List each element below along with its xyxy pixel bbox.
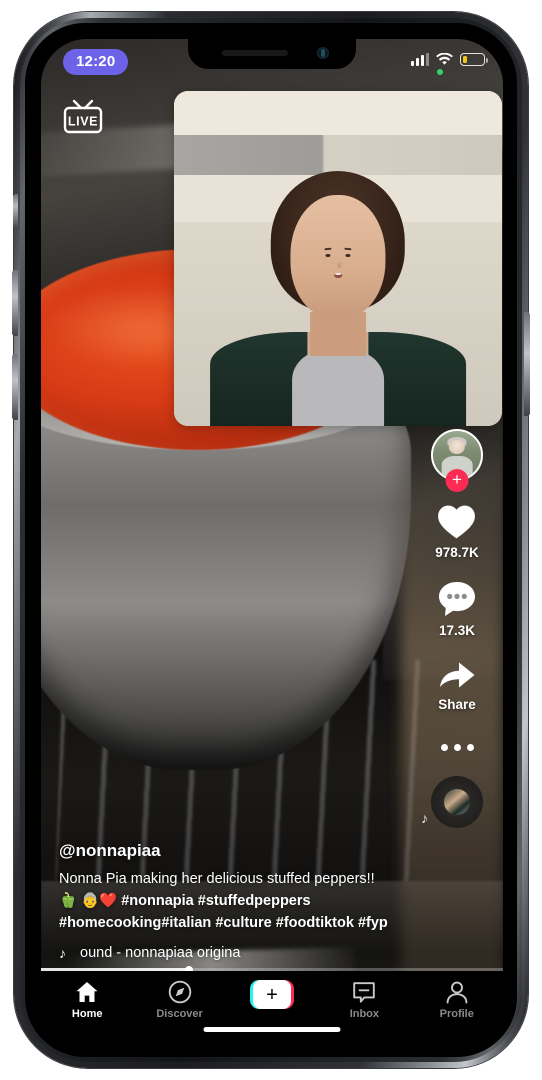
like-button[interactable]: 978.7K [435,503,479,560]
pip-mouth [333,272,343,279]
caption-text: Nonna Pia making her delicious stuffed p… [59,868,389,934]
svg-text:LIVE: LIVE [68,115,98,129]
cellular-signal-icon [411,53,429,66]
compass-icon [168,980,192,1004]
action-rail: + 978.7K 17.3K Share ♪ [421,429,493,828]
pip-nose [337,260,342,268]
music-ticker-text: ound - nonnapiaa origina [80,945,241,961]
follow-button[interactable]: + [445,469,469,492]
pip-person-face [290,194,386,319]
nav-item-home[interactable]: Home [50,980,124,1020]
hashtag-homecooking[interactable]: #homecooking [59,915,161,931]
comment-bubble-icon [439,582,475,616]
nav-item-discover[interactable]: Discover [143,980,217,1020]
nav-label-discover: Discover [156,1008,203,1020]
volume-down-button[interactable] [12,354,18,420]
hashtag-nonnapia[interactable]: #nonnapia [121,893,194,909]
power-button[interactable] [524,312,530,416]
share-label: Share [438,697,476,712]
music-note-icon: ♪ [59,945,66,961]
more-dots-icon [440,743,448,751]
pip-person-sweater [292,348,384,426]
create-video-button[interactable]: + [249,980,294,1009]
caption-emojis: 🫑 👵❤️ [59,892,118,909]
pip-background-band [174,134,502,175]
comment-count: 17.3K [438,623,476,638]
music-disc-artwork [444,789,470,815]
live-tv-icon: LIVE [63,99,103,134]
battery-low-icon [460,53,488,66]
heart-icon [437,504,476,540]
like-count: 978.7K [435,545,479,560]
home-indicator[interactable] [203,1027,341,1032]
nav-label-profile: Profile [439,1008,474,1020]
hashtag-fyp[interactable]: #fyp [358,915,388,931]
share-arrow-icon [440,662,475,688]
creator-avatar-wrapper[interactable]: + [431,429,483,492]
status-indicators [411,53,488,66]
create-button-plus-icon: + [252,980,291,1009]
avatar-head [448,439,466,455]
more-options-button[interactable] [440,732,474,762]
creator-handle[interactable]: @nonnapiaa [59,841,389,861]
earpiece-speaker [222,50,288,56]
picture-in-picture-overlay[interactable] [174,91,502,426]
caption-plain-text: Nonna Pia making her delicious stuffed p… [59,870,375,887]
recording-indicator-dot [437,69,443,75]
pip-background-upper [174,91,502,135]
person-icon [445,980,469,1004]
silent-switch-button[interactable] [13,194,18,228]
phone-screen: 12:20 LIVE + 978.7K 17.3K Share ♪ @nonna… [41,39,503,1041]
nav-label-home: Home [71,1008,103,1020]
inbox-icon [352,980,376,1004]
hashtag-stuffedpeppers[interactable]: #stuffedpeppers [198,893,311,909]
pip-eyebrow-left [324,247,332,251]
hashtag-italian[interactable]: #italian [161,915,211,931]
volume-up-button[interactable] [12,270,18,336]
comment-button[interactable]: 17.3K [437,580,477,638]
hashtag-culture[interactable]: #culture [215,915,271,931]
home-icon [75,980,99,1004]
hashtag-foodtiktok[interactable]: #foodtiktok [276,915,354,931]
wifi-icon [436,53,453,65]
pip-eye-left [325,254,331,258]
nav-item-inbox[interactable]: Inbox [327,980,401,1020]
live-badge[interactable]: LIVE [61,97,105,142]
caption-block: @nonnapiaa Nonna Pia making her deliciou… [59,841,389,963]
pip-eye-right [345,254,351,258]
pip-eyebrow-right [344,247,352,251]
nav-item-create[interactable]: + [235,980,309,1009]
screenshot-root: 12:20 LIVE + 978.7K 17.3K Share ♪ @nonna… [0,0,542,1080]
device-notch [188,39,356,69]
music-note-icon: ♪ [421,810,428,826]
nav-label-inbox: Inbox [349,1008,380,1020]
share-button[interactable]: Share [437,658,477,712]
front-camera-icon [317,47,329,59]
nav-item-profile[interactable]: Profile [420,980,494,1020]
phone-hardware-frame: 12:20 LIVE + 978.7K 17.3K Share ♪ @nonna… [12,12,530,1068]
music-ticker-row[interactable]: ♪ ound - nonnapiaa origina [59,943,359,963]
status-time: 12:20 [63,49,129,75]
music-disc-button[interactable]: ♪ [421,776,483,828]
